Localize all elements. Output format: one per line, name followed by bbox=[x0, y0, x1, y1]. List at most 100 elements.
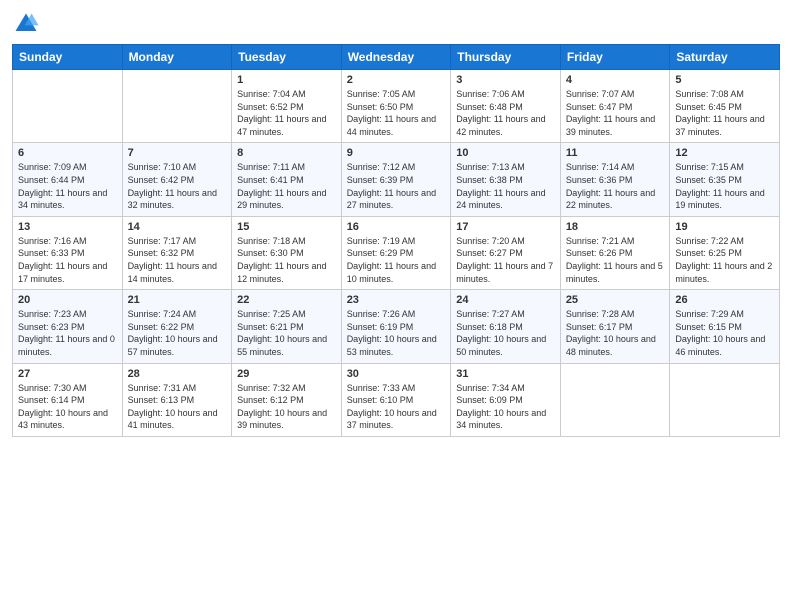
day-number: 24 bbox=[456, 294, 555, 306]
week-row-5: 27 Sunrise: 7:30 AM Sunset: 6:14 PM Dayli… bbox=[13, 363, 780, 436]
day-info: Sunrise: 7:05 AM Sunset: 6:50 PM Dayligh… bbox=[347, 88, 446, 138]
day-cell: 3 Sunrise: 7:06 AM Sunset: 6:48 PM Daylig… bbox=[451, 70, 561, 143]
day-cell: 23Sunrise: 7:26 AM Sunset: 6:19 PM Dayli… bbox=[341, 290, 451, 363]
weekday-header-thursday: Thursday bbox=[451, 45, 561, 70]
day-info: Sunrise: 7:23 AM Sunset: 6:23 PM Dayligh… bbox=[18, 308, 117, 358]
day-info: Sunrise: 7:30 AM Sunset: 6:14 PM Dayligh… bbox=[18, 382, 117, 432]
calendar-header: SundayMondayTuesdayWednesdayThursdayFrid… bbox=[13, 45, 780, 70]
day-info: Sunrise: 7:13 AM Sunset: 6:38 PM Dayligh… bbox=[456, 161, 555, 211]
weekday-header-wednesday: Wednesday bbox=[341, 45, 451, 70]
day-info: Sunrise: 7:09 AM Sunset: 6:44 PM Dayligh… bbox=[18, 161, 117, 211]
day-number: 27 bbox=[18, 368, 117, 380]
day-cell: 13Sunrise: 7:16 AM Sunset: 6:33 PM Dayli… bbox=[13, 216, 123, 289]
day-info: Sunrise: 7:28 AM Sunset: 6:17 PM Dayligh… bbox=[566, 308, 665, 358]
weekday-header-sunday: Sunday bbox=[13, 45, 123, 70]
day-info: Sunrise: 7:17 AM Sunset: 6:32 PM Dayligh… bbox=[128, 235, 227, 285]
day-cell: 10 Sunrise: 7:13 AM Sunset: 6:38 PM Dayli… bbox=[451, 143, 561, 216]
day-info: Sunrise: 7:18 AM Sunset: 6:30 PM Dayligh… bbox=[237, 235, 336, 285]
day-info: Sunrise: 7:12 AM Sunset: 6:39 PM Dayligh… bbox=[347, 161, 446, 211]
day-cell: 11 Sunrise: 7:14 AM Sunset: 6:36 PM Dayli… bbox=[560, 143, 670, 216]
day-number: 22 bbox=[237, 294, 336, 306]
day-info: Sunrise: 7:31 AM Sunset: 6:13 PM Dayligh… bbox=[128, 382, 227, 432]
day-info: Sunrise: 7:33 AM Sunset: 6:10 PM Dayligh… bbox=[347, 382, 446, 432]
day-number: 29 bbox=[237, 368, 336, 380]
day-number: 19 bbox=[675, 221, 774, 233]
day-number: 11 bbox=[566, 147, 665, 159]
day-info: Sunrise: 7:07 AM Sunset: 6:47 PM Dayligh… bbox=[566, 88, 665, 138]
day-cell bbox=[560, 363, 670, 436]
day-cell: 21 Sunrise: 7:24 AM Sunset: 6:22 PM Dayli… bbox=[122, 290, 232, 363]
day-cell: 16Sunrise: 7:19 AM Sunset: 6:29 PM Dayli… bbox=[341, 216, 451, 289]
day-number: 30 bbox=[347, 368, 446, 380]
day-cell: 7 Sunrise: 7:10 AM Sunset: 6:42 PM Daylig… bbox=[122, 143, 232, 216]
day-info: Sunrise: 7:24 AM Sunset: 6:22 PM Dayligh… bbox=[128, 308, 227, 358]
weekday-row: SundayMondayTuesdayWednesdayThursdayFrid… bbox=[13, 45, 780, 70]
day-info: Sunrise: 7:34 AM Sunset: 6:09 PM Dayligh… bbox=[456, 382, 555, 432]
day-number: 28 bbox=[128, 368, 227, 380]
day-cell: 15 Sunrise: 7:18 AM Sunset: 6:30 PM Dayli… bbox=[232, 216, 342, 289]
day-cell: 2Sunrise: 7:05 AM Sunset: 6:50 PM Daylig… bbox=[341, 70, 451, 143]
day-number: 26 bbox=[675, 294, 774, 306]
day-cell bbox=[13, 70, 123, 143]
day-cell: 14 Sunrise: 7:17 AM Sunset: 6:32 PM Dayli… bbox=[122, 216, 232, 289]
day-info: Sunrise: 7:15 AM Sunset: 6:35 PM Dayligh… bbox=[675, 161, 774, 211]
day-info: Sunrise: 7:10 AM Sunset: 6:42 PM Dayligh… bbox=[128, 161, 227, 211]
day-number: 7 bbox=[128, 147, 227, 159]
day-info: Sunrise: 7:16 AM Sunset: 6:33 PM Dayligh… bbox=[18, 235, 117, 285]
day-number: 15 bbox=[237, 221, 336, 233]
day-info: Sunrise: 7:19 AM Sunset: 6:29 PM Dayligh… bbox=[347, 235, 446, 285]
day-info: Sunrise: 7:25 AM Sunset: 6:21 PM Dayligh… bbox=[237, 308, 336, 358]
day-info: Sunrise: 7:21 AM Sunset: 6:26 PM Dayligh… bbox=[566, 235, 665, 285]
day-cell bbox=[122, 70, 232, 143]
day-number: 5 bbox=[675, 74, 774, 86]
day-number: 31 bbox=[456, 368, 555, 380]
calendar-table: SundayMondayTuesdayWednesdayThursdayFrid… bbox=[12, 44, 780, 437]
day-number: 23 bbox=[347, 294, 446, 306]
day-number: 21 bbox=[128, 294, 227, 306]
logo bbox=[12, 10, 42, 38]
day-cell: 9 Sunrise: 7:12 AM Sunset: 6:39 PM Daylig… bbox=[341, 143, 451, 216]
day-number: 3 bbox=[456, 74, 555, 86]
weekday-header-monday: Monday bbox=[122, 45, 232, 70]
day-cell bbox=[670, 363, 780, 436]
day-number: 12 bbox=[675, 147, 774, 159]
weekday-header-saturday: Saturday bbox=[670, 45, 780, 70]
week-row-4: 20 Sunrise: 7:23 AM Sunset: 6:23 PM Dayli… bbox=[13, 290, 780, 363]
day-number: 8 bbox=[237, 147, 336, 159]
day-info: Sunrise: 7:04 AM Sunset: 6:52 PM Dayligh… bbox=[237, 88, 336, 138]
day-cell: 28 Sunrise: 7:31 AM Sunset: 6:13 PM Dayli… bbox=[122, 363, 232, 436]
week-row-3: 13Sunrise: 7:16 AM Sunset: 6:33 PM Dayli… bbox=[13, 216, 780, 289]
day-number: 1 bbox=[237, 74, 336, 86]
day-number: 18 bbox=[566, 221, 665, 233]
day-cell: 22 Sunrise: 7:25 AM Sunset: 6:21 PM Dayli… bbox=[232, 290, 342, 363]
day-cell: 8Sunrise: 7:11 AM Sunset: 6:41 PM Daylig… bbox=[232, 143, 342, 216]
day-number: 20 bbox=[18, 294, 117, 306]
day-number: 14 bbox=[128, 221, 227, 233]
day-cell: 24Sunrise: 7:27 AM Sunset: 6:18 PM Dayli… bbox=[451, 290, 561, 363]
day-cell: 1 Sunrise: 7:04 AM Sunset: 6:52 PM Daylig… bbox=[232, 70, 342, 143]
day-info: Sunrise: 7:06 AM Sunset: 6:48 PM Dayligh… bbox=[456, 88, 555, 138]
day-info: Sunrise: 7:32 AM Sunset: 6:12 PM Dayligh… bbox=[237, 382, 336, 432]
day-info: Sunrise: 7:08 AM Sunset: 6:45 PM Dayligh… bbox=[675, 88, 774, 138]
day-cell: 19Sunrise: 7:22 AM Sunset: 6:25 PM Dayli… bbox=[670, 216, 780, 289]
day-cell: 30 Sunrise: 7:33 AM Sunset: 6:10 PM Dayli… bbox=[341, 363, 451, 436]
day-number: 6 bbox=[18, 147, 117, 159]
header bbox=[12, 10, 780, 38]
day-number: 9 bbox=[347, 147, 446, 159]
day-cell: 26 Sunrise: 7:29 AM Sunset: 6:15 PM Dayli… bbox=[670, 290, 780, 363]
day-cell: 27 Sunrise: 7:30 AM Sunset: 6:14 PM Dayli… bbox=[13, 363, 123, 436]
weekday-header-friday: Friday bbox=[560, 45, 670, 70]
day-cell: 25 Sunrise: 7:28 AM Sunset: 6:17 PM Dayli… bbox=[560, 290, 670, 363]
day-cell: 31 Sunrise: 7:34 AM Sunset: 6:09 PM Dayli… bbox=[451, 363, 561, 436]
day-cell: 29 Sunrise: 7:32 AM Sunset: 6:12 PM Dayli… bbox=[232, 363, 342, 436]
day-cell: 5 Sunrise: 7:08 AM Sunset: 6:45 PM Daylig… bbox=[670, 70, 780, 143]
day-cell: 4Sunrise: 7:07 AM Sunset: 6:47 PM Daylig… bbox=[560, 70, 670, 143]
day-info: Sunrise: 7:14 AM Sunset: 6:36 PM Dayligh… bbox=[566, 161, 665, 211]
day-cell: 6 Sunrise: 7:09 AM Sunset: 6:44 PM Daylig… bbox=[13, 143, 123, 216]
page: SundayMondayTuesdayWednesdayThursdayFrid… bbox=[0, 0, 792, 612]
day-number: 25 bbox=[566, 294, 665, 306]
day-info: Sunrise: 7:29 AM Sunset: 6:15 PM Dayligh… bbox=[675, 308, 774, 358]
week-row-1: 1 Sunrise: 7:04 AM Sunset: 6:52 PM Daylig… bbox=[13, 70, 780, 143]
day-number: 10 bbox=[456, 147, 555, 159]
day-cell: 12 Sunrise: 7:15 AM Sunset: 6:35 PM Dayli… bbox=[670, 143, 780, 216]
